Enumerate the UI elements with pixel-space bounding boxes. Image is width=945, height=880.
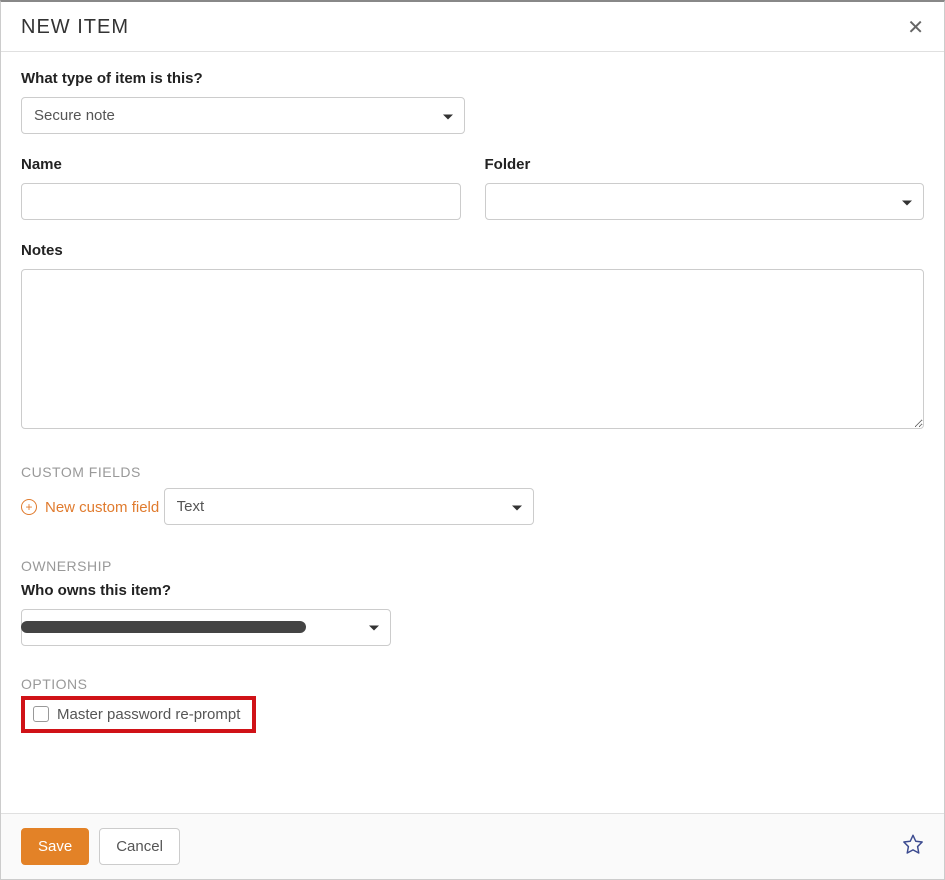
- notes-label: Notes: [21, 242, 924, 259]
- options-section-title: OPTIONS: [21, 676, 924, 692]
- new-item-modal: NEW ITEM ✕ What type of item is this? Se…: [0, 0, 945, 880]
- add-custom-field-label: New custom field: [45, 499, 159, 516]
- notes-textarea[interactable]: [21, 269, 924, 429]
- folder-select[interactable]: [485, 183, 925, 220]
- plus-circle-icon: +: [21, 499, 37, 515]
- modal-title: NEW ITEM: [21, 16, 129, 39]
- modal-body: What type of item is this? Secure note N…: [1, 52, 944, 813]
- favorite-button[interactable]: [902, 833, 924, 861]
- ownership-section-title: OWNERSHIP: [21, 558, 924, 574]
- modal-footer: Save Cancel: [1, 813, 944, 879]
- owner-select[interactable]: [21, 609, 391, 646]
- close-icon: ✕: [907, 17, 924, 39]
- name-input[interactable]: [21, 183, 461, 220]
- save-button[interactable]: Save: [21, 828, 89, 865]
- item-type-label: What type of item is this?: [21, 70, 924, 87]
- star-icon: [902, 835, 924, 860]
- close-button[interactable]: ✕: [907, 18, 924, 38]
- custom-field-type-select[interactable]: Text: [164, 488, 534, 525]
- cancel-button[interactable]: Cancel: [99, 828, 180, 865]
- reprompt-highlight: Master password re-prompt: [21, 696, 256, 733]
- name-label: Name: [21, 156, 461, 173]
- ownership-label: Who owns this item?: [21, 582, 924, 599]
- modal-header: NEW ITEM ✕: [1, 2, 944, 52]
- item-type-select[interactable]: Secure note: [21, 97, 465, 134]
- master-password-reprompt-label: Master password re-prompt: [57, 706, 240, 723]
- folder-label: Folder: [485, 156, 925, 173]
- master-password-reprompt-checkbox[interactable]: [33, 706, 49, 722]
- custom-fields-section-title: CUSTOM FIELDS: [21, 464, 924, 480]
- add-custom-field-button[interactable]: + New custom field: [21, 499, 159, 516]
